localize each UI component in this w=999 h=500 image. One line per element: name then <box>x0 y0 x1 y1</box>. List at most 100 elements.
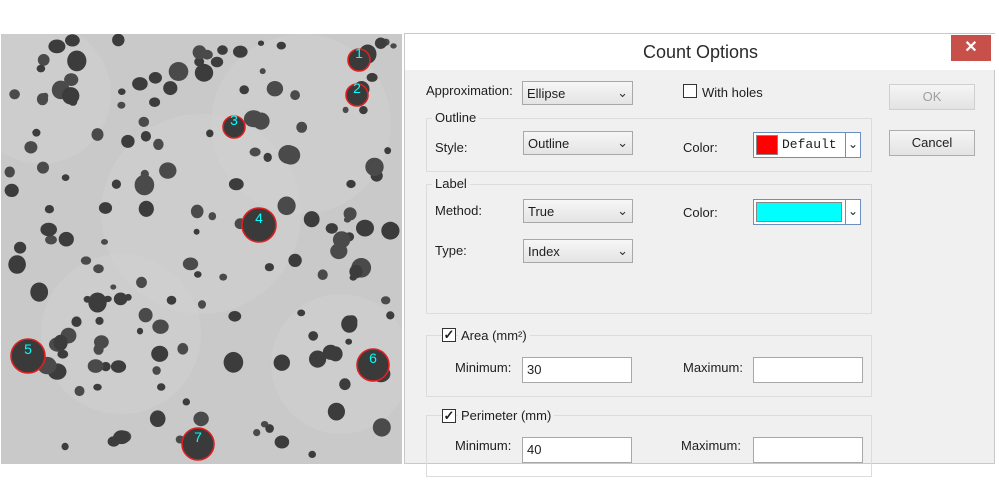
particle <box>317 269 328 280</box>
particle <box>42 92 49 100</box>
approximation-label: Approximation: <box>426 83 513 98</box>
particle <box>374 37 387 49</box>
with-holes-checkbox[interactable] <box>683 84 697 98</box>
label-method-value: True <box>528 204 555 219</box>
chevron-down-icon[interactable]: ⌄ <box>845 200 860 224</box>
particle <box>386 311 395 320</box>
particle <box>134 174 155 196</box>
chevron-down-icon: ⌄ <box>617 135 628 150</box>
cancel-button[interactable]: Cancel <box>889 130 975 156</box>
particle <box>36 64 46 73</box>
particle <box>390 43 397 49</box>
particle-index-label: 4 <box>255 210 263 226</box>
particle-index-label: 3 <box>230 112 238 128</box>
particle <box>37 54 50 66</box>
approximation-select[interactable]: Ellipse ⌄ <box>522 81 633 105</box>
area-max-field[interactable] <box>753 357 863 383</box>
particle-index-label: 1 <box>355 45 363 61</box>
particle <box>308 450 317 458</box>
particle <box>217 45 228 55</box>
particle <box>206 129 214 138</box>
approximation-value: Ellipse <box>527 86 566 101</box>
outline-color-picker[interactable]: Default ⌄ <box>753 132 861 158</box>
particle <box>61 87 80 105</box>
label-color-picker[interactable]: ⌄ <box>753 199 861 225</box>
particle <box>168 62 189 81</box>
particle <box>277 196 296 216</box>
particle <box>265 424 274 433</box>
particle <box>263 152 272 162</box>
particle <box>166 295 177 305</box>
outline-style-select[interactable]: Outline ⌄ <box>523 131 633 155</box>
label-method-select[interactable]: True ⌄ <box>523 199 633 223</box>
particle <box>110 284 117 290</box>
particle <box>140 131 151 142</box>
particle <box>177 343 189 355</box>
particle <box>266 81 284 97</box>
particle <box>32 128 41 137</box>
particle <box>93 264 104 274</box>
check-icon: ✓ <box>443 408 455 423</box>
particle <box>91 128 104 141</box>
particle <box>381 296 391 305</box>
particle <box>101 239 108 245</box>
particle <box>153 138 164 150</box>
area-min-label: Minimum: <box>455 360 512 375</box>
particle <box>193 228 200 235</box>
particle <box>384 147 392 155</box>
particle <box>327 402 345 421</box>
particle <box>121 134 135 148</box>
particle <box>365 157 384 177</box>
particle <box>194 271 202 278</box>
outline-style-value: Outline <box>528 136 570 151</box>
ok-button[interactable]: OK <box>889 84 975 110</box>
particle <box>332 231 351 249</box>
particle <box>61 442 69 451</box>
area-checkbox[interactable]: ✓ <box>442 328 456 342</box>
particle <box>118 88 126 95</box>
label-type-select[interactable]: Index ⌄ <box>523 239 633 263</box>
microscope-image: 1 2 3 4 5 6 7 <box>1 34 402 464</box>
outline-group-title: Outline <box>432 110 480 125</box>
particle <box>14 241 27 254</box>
particle <box>110 360 127 373</box>
particle <box>151 345 169 362</box>
label-type-value: Index <box>528 244 560 259</box>
particle <box>190 204 204 219</box>
particle <box>58 231 74 247</box>
particle <box>44 205 55 214</box>
particle <box>239 85 249 95</box>
perimeter-checkbox[interactable]: ✓ <box>442 409 456 423</box>
particle-index-label: 5 <box>24 341 32 357</box>
particle <box>359 106 368 115</box>
particle <box>103 295 112 303</box>
particle <box>366 72 378 82</box>
particle <box>228 178 244 191</box>
particle <box>192 45 207 60</box>
particle-index-label: 7 <box>194 429 202 445</box>
particle <box>349 264 363 279</box>
background-texture <box>1 34 111 164</box>
area-min-field[interactable]: 30 <box>522 357 632 383</box>
close-button[interactable]: ✕ <box>951 35 991 61</box>
particle <box>296 121 308 133</box>
area-max-label: Maximum: <box>683 360 743 375</box>
particle <box>8 255 26 274</box>
particle <box>112 34 125 47</box>
particle <box>57 349 69 359</box>
particle-index-label: 6 <box>369 350 377 366</box>
perimeter-min-field[interactable]: 40 <box>522 437 632 463</box>
particle <box>107 436 120 447</box>
particle <box>198 300 206 309</box>
particle <box>345 338 353 345</box>
particle <box>80 256 92 265</box>
particle <box>37 161 49 174</box>
particle <box>233 45 248 58</box>
particle <box>343 216 351 223</box>
particle <box>341 315 358 333</box>
particle <box>288 253 302 267</box>
chevron-down-icon[interactable]: ⌄ <box>845 133 860 157</box>
perimeter-max-field[interactable] <box>753 437 863 463</box>
chevron-down-icon: ⌄ <box>617 85 628 100</box>
particle <box>339 378 351 391</box>
